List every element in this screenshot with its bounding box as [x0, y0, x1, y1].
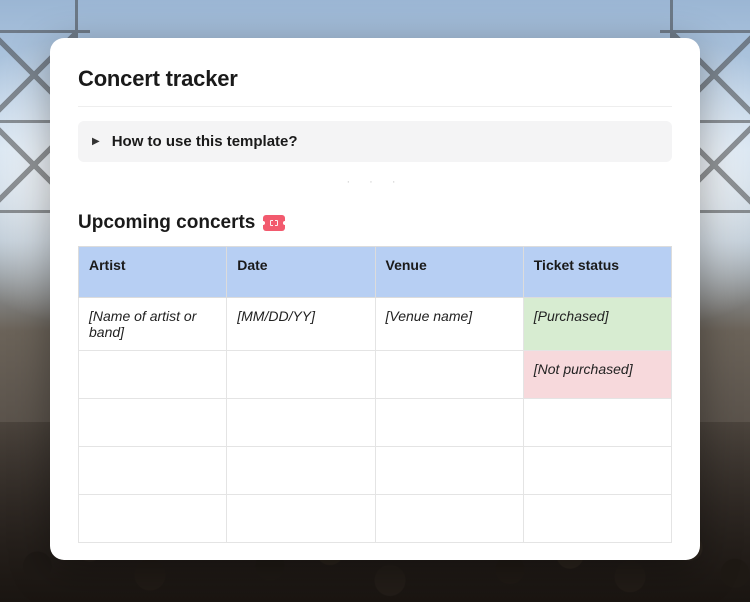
cell-venue[interactable]: [375, 399, 523, 447]
table-row: [79, 399, 672, 447]
toggle-caret-icon: ▶: [92, 137, 100, 147]
cell-artist[interactable]: [79, 399, 227, 447]
cell-date[interactable]: [227, 495, 375, 543]
page-title: Concert tracker: [78, 66, 672, 106]
col-header-date[interactable]: Date: [227, 247, 375, 298]
cell-venue[interactable]: [Venue name]: [375, 298, 523, 351]
cell-status[interactable]: [Purchased]: [523, 298, 671, 351]
cell-status[interactable]: [523, 447, 671, 495]
section-heading-text: Upcoming concerts: [78, 212, 255, 234]
cell-status[interactable]: [523, 399, 671, 447]
title-divider: [78, 106, 672, 107]
table-row: [Not purchased]: [79, 351, 672, 399]
table-body: [Name of artist or band] [MM/DD/YY] [Ven…: [79, 298, 672, 543]
cell-date[interactable]: [227, 399, 375, 447]
cell-artist[interactable]: [Name of artist or band]: [79, 298, 227, 351]
cell-artist[interactable]: [79, 351, 227, 399]
cell-status[interactable]: [Not purchased]: [523, 351, 671, 399]
section-divider-dots: · · ·: [78, 162, 672, 212]
cell-date[interactable]: [227, 447, 375, 495]
cell-date[interactable]: [MM/DD/YY]: [227, 298, 375, 351]
cell-status[interactable]: [523, 495, 671, 543]
cell-artist[interactable]: [79, 447, 227, 495]
table-header-row: Artist Date Venue Ticket status: [79, 247, 672, 298]
table-row: [Name of artist or band] [MM/DD/YY] [Ven…: [79, 298, 672, 351]
cell-date[interactable]: [227, 351, 375, 399]
how-to-use-toggle[interactable]: ▶ How to use this template?: [78, 121, 672, 162]
col-header-venue[interactable]: Venue: [375, 247, 523, 298]
cell-venue[interactable]: [375, 351, 523, 399]
cell-venue[interactable]: [375, 495, 523, 543]
table-row: [79, 495, 672, 543]
ticket-icon: [263, 215, 285, 231]
upcoming-concerts-heading: Upcoming concerts: [78, 212, 672, 234]
document-card: Concert tracker ▶ How to use this templa…: [50, 38, 700, 560]
cell-venue[interactable]: [375, 447, 523, 495]
cell-artist[interactable]: [79, 495, 227, 543]
col-header-artist[interactable]: Artist: [79, 247, 227, 298]
col-header-status[interactable]: Ticket status: [523, 247, 671, 298]
table-row: [79, 447, 672, 495]
concerts-table: Artist Date Venue Ticket status [Name of…: [78, 246, 672, 543]
toggle-label: How to use this template?: [112, 133, 298, 150]
